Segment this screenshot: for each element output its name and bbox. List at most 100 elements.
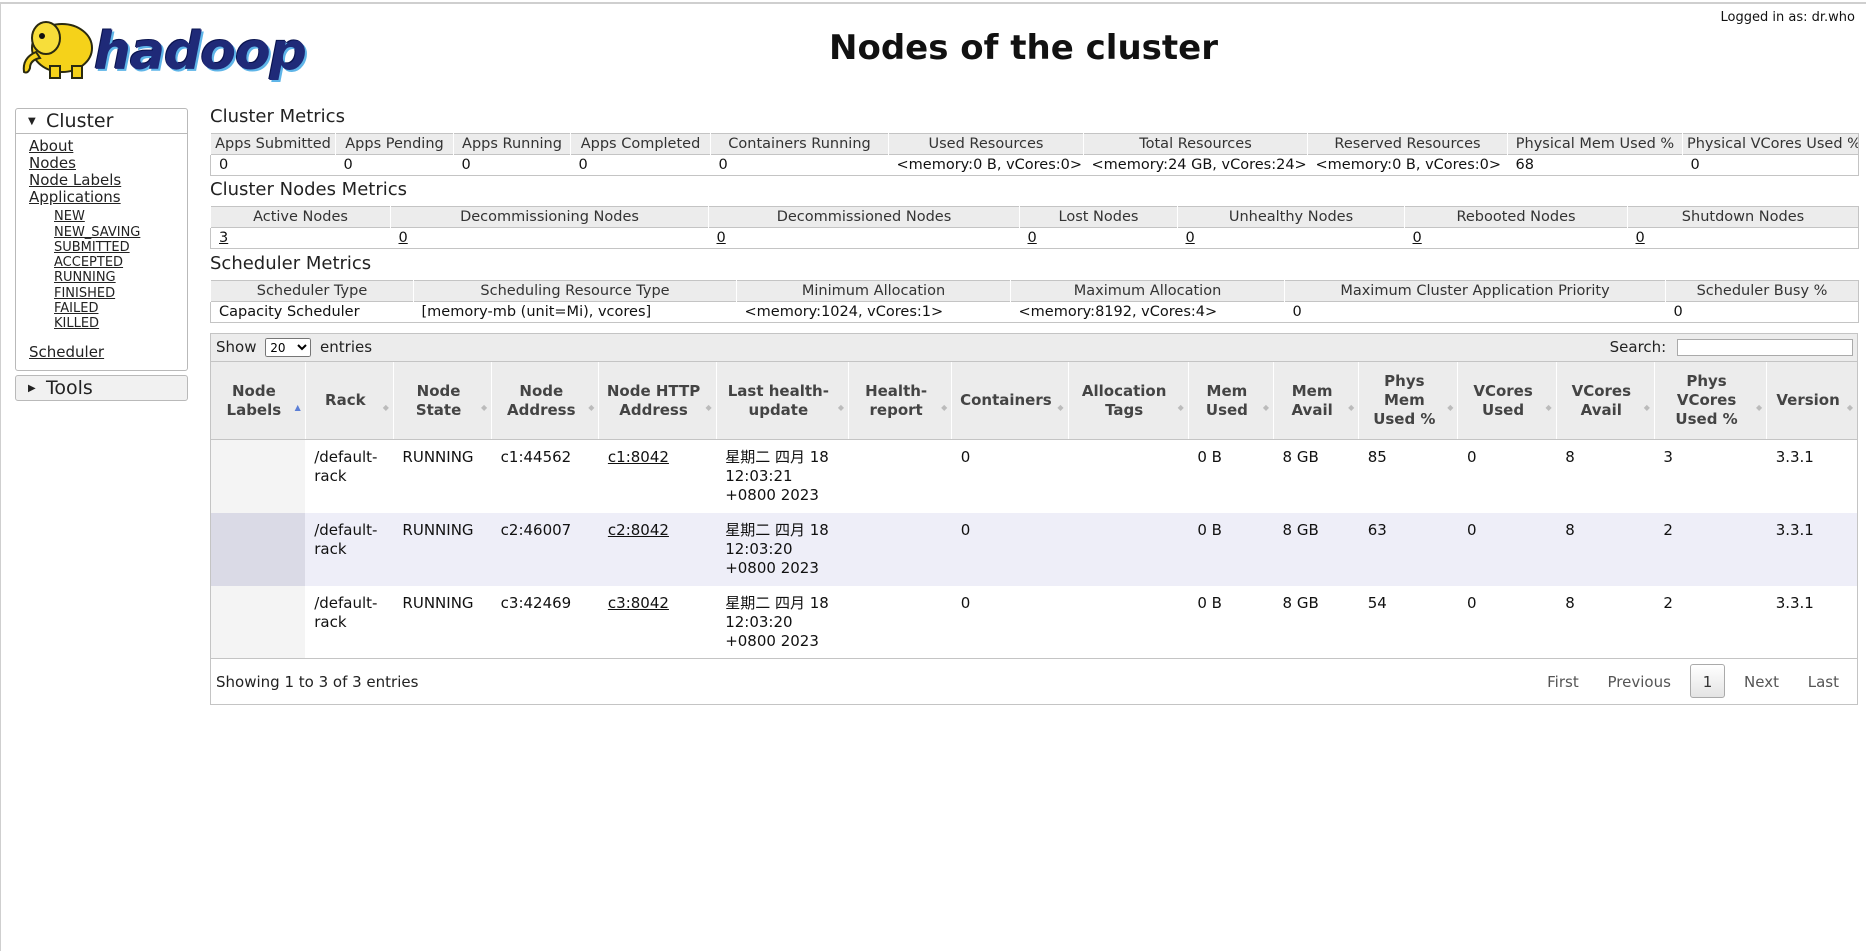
cell-node-state: RUNNING	[393, 439, 492, 513]
scheduler-metrics-title: Scheduler Metrics	[210, 253, 372, 274]
column-header-rack[interactable]: Rack ◆	[304, 361, 394, 440]
node-http-address-link[interactable]: c3:8042	[608, 594, 669, 612]
cell-allocation-tags	[1068, 512, 1189, 586]
column-label: Containers	[960, 391, 1052, 409]
cell-rack: /default-rack	[305, 439, 394, 513]
cell-vcores-used: 0	[1457, 585, 1557, 659]
node-metrics-table: Active Nodes Decommissioning Nodes Decom…	[210, 206, 1859, 249]
cell-node-labels	[211, 439, 306, 513]
cell-vcores-avail: 8	[1556, 585, 1655, 659]
nodes-table-panel: Show 20 entries Search: Node Labels ▲ Rac…	[210, 333, 1858, 705]
metric-value: 68	[1507, 154, 1683, 176]
cell-last-health-update: 星期二 四月 18 12:03:20 +0800 2023	[716, 585, 849, 659]
cell-node-address: c2:46007	[491, 512, 599, 586]
metric-header: Shutdown Nodes	[1627, 206, 1859, 228]
pager-next-button[interactable]: Next	[1734, 665, 1789, 699]
sidebar-link-applications[interactable]: Applications	[29, 188, 121, 206]
cell-phys-vcores-used: 2	[1654, 585, 1767, 659]
sidebar-link-state-running[interactable]: RUNNING	[54, 270, 116, 285]
column-label: Allocation Tags	[1081, 381, 1167, 419]
unhealthy-nodes-link[interactable]: 0	[1186, 230, 1195, 246]
cell-mem-avail: 8 GB	[1273, 512, 1359, 586]
column-header-version[interactable]: Version ◆	[1766, 361, 1857, 440]
sidebar-link-node-labels[interactable]: Node Labels	[29, 171, 121, 189]
metric-header: Scheduler Type	[210, 280, 414, 302]
sidebar-link-nodes[interactable]: Nodes	[29, 154, 76, 172]
column-header-vcores-used[interactable]: VCores Used ◆	[1457, 361, 1557, 440]
pager-previous-button[interactable]: Previous	[1598, 665, 1681, 699]
sidebar-link-state-failed[interactable]: FAILED	[54, 301, 98, 316]
column-header-node-state[interactable]: Node State ◆	[392, 361, 492, 440]
pager-last-button[interactable]: Last	[1798, 665, 1849, 699]
cell-mem-avail: 8 GB	[1273, 439, 1359, 513]
cell-node-state: RUNNING	[393, 585, 492, 659]
metric-header: Maximum Allocation	[1010, 280, 1285, 302]
sidebar-link-state-new-saving[interactable]: NEW_SAVING	[54, 225, 140, 240]
sort-icon: ◆	[1057, 403, 1064, 412]
column-header-mem-avail[interactable]: Mem Avail ◆	[1273, 361, 1359, 440]
table-row: /default-rack RUNNING c2:46007 c2:8042 星…	[211, 512, 1857, 586]
sidebar-tools-header[interactable]: ▶ Tools	[16, 376, 187, 401]
cell-phys-mem-used: 54	[1358, 585, 1458, 659]
node-http-address-link[interactable]: c2:8042	[608, 521, 669, 539]
sidebar-link-about[interactable]: About	[29, 137, 73, 155]
lost-nodes-link[interactable]: 0	[1028, 230, 1037, 246]
table-row: /default-rack RUNNING c1:44562 c1:8042 星…	[211, 439, 1857, 513]
column-header-node-address[interactable]: Node Address ◆	[491, 361, 599, 440]
column-label: Rack	[325, 391, 366, 409]
column-label: Version	[1776, 391, 1840, 409]
shutdown-nodes-link[interactable]: 0	[1636, 230, 1645, 246]
sort-icon: ◆	[705, 403, 712, 412]
active-nodes-link[interactable]: 3	[219, 230, 228, 246]
column-header-phys-mem-used[interactable]: Phys Mem Used % ◆	[1358, 361, 1458, 440]
column-header-health-report[interactable]: Health-report ◆	[847, 361, 952, 440]
nodes-table-footer: Showing 1 to 3 of 3 entries First Previo…	[211, 658, 1857, 704]
metric-value: 0	[1682, 154, 1859, 176]
rebooted-nodes-link[interactable]: 0	[1413, 230, 1422, 246]
scheduler-metrics-table: Scheduler Type Scheduling Resource Type …	[210, 280, 1859, 323]
sort-icon: ◆	[1846, 403, 1853, 412]
pager-first-button[interactable]: First	[1537, 665, 1589, 699]
cell-phys-vcores-used: 2	[1654, 512, 1767, 586]
column-header-node-labels[interactable]: Node Labels ▲	[211, 361, 306, 440]
node-http-address-link[interactable]: c1:8042	[608, 448, 669, 466]
sort-icon: ◆	[837, 403, 844, 412]
column-header-mem-used[interactable]: Mem Used ◆	[1187, 361, 1274, 440]
entries-label: entries	[320, 338, 373, 356]
search-input[interactable]	[1677, 339, 1853, 356]
decommissioned-nodes-link[interactable]: 0	[717, 230, 726, 246]
sidebar-cluster-header[interactable]: ▼ Cluster	[16, 109, 187, 134]
cell-health-report	[848, 439, 952, 513]
sort-icon: ◆	[1262, 403, 1270, 412]
sidebar-link-state-killed[interactable]: KILLED	[54, 316, 99, 331]
sidebar-link-state-accepted[interactable]: ACCEPTED	[54, 255, 123, 270]
column-header-allocation-tags[interactable]: Allocation Tags ◆	[1067, 361, 1189, 440]
metric-header: Apps Submitted	[210, 133, 336, 155]
column-header-last-health-update[interactable]: Last health-update ◆	[715, 361, 849, 440]
column-label: Mem Avail	[1291, 381, 1333, 419]
column-label: Mem Used	[1205, 381, 1248, 419]
sidebar-tools-panel[interactable]: ▶ Tools	[15, 375, 188, 401]
pager-page-button[interactable]: 1	[1689, 664, 1726, 698]
page-size-select[interactable]: 20	[265, 338, 312, 357]
decommissioning-nodes-link[interactable]: 0	[399, 230, 408, 246]
sort-icon: ◆	[481, 403, 488, 412]
column-header-vcores-avail[interactable]: VCores Avail ◆	[1555, 361, 1655, 440]
metric-header: Lost Nodes	[1019, 206, 1178, 228]
sidebar-link-state-finished[interactable]: FINISHED	[54, 286, 115, 301]
sort-icon: ◆	[1756, 403, 1763, 412]
cell-containers: 0	[951, 512, 1069, 586]
column-label: Phys VCores Used %	[1675, 372, 1738, 428]
metric-header: Minimum Allocation	[736, 280, 1011, 302]
metric-value: Capacity Scheduler	[210, 301, 414, 323]
metric-value: 0	[710, 154, 889, 176]
metric-header: Rebooted Nodes	[1404, 206, 1628, 228]
cell-last-health-update: 星期二 四月 18 12:03:20 +0800 2023	[716, 512, 849, 586]
column-header-phys-vcores-used[interactable]: Phys VCores Used % ◆	[1653, 361, 1767, 440]
sidebar-link-scheduler[interactable]: Scheduler	[29, 343, 104, 361]
sidebar-link-state-submitted[interactable]: SUBMITTED	[54, 240, 130, 255]
column-header-node-http-address[interactable]: Node HTTP Address ◆	[598, 361, 717, 440]
search-control: Search:	[1610, 338, 1853, 356]
column-header-containers[interactable]: Containers ◆	[951, 361, 1069, 440]
sidebar-link-state-new[interactable]: NEW	[54, 209, 85, 224]
